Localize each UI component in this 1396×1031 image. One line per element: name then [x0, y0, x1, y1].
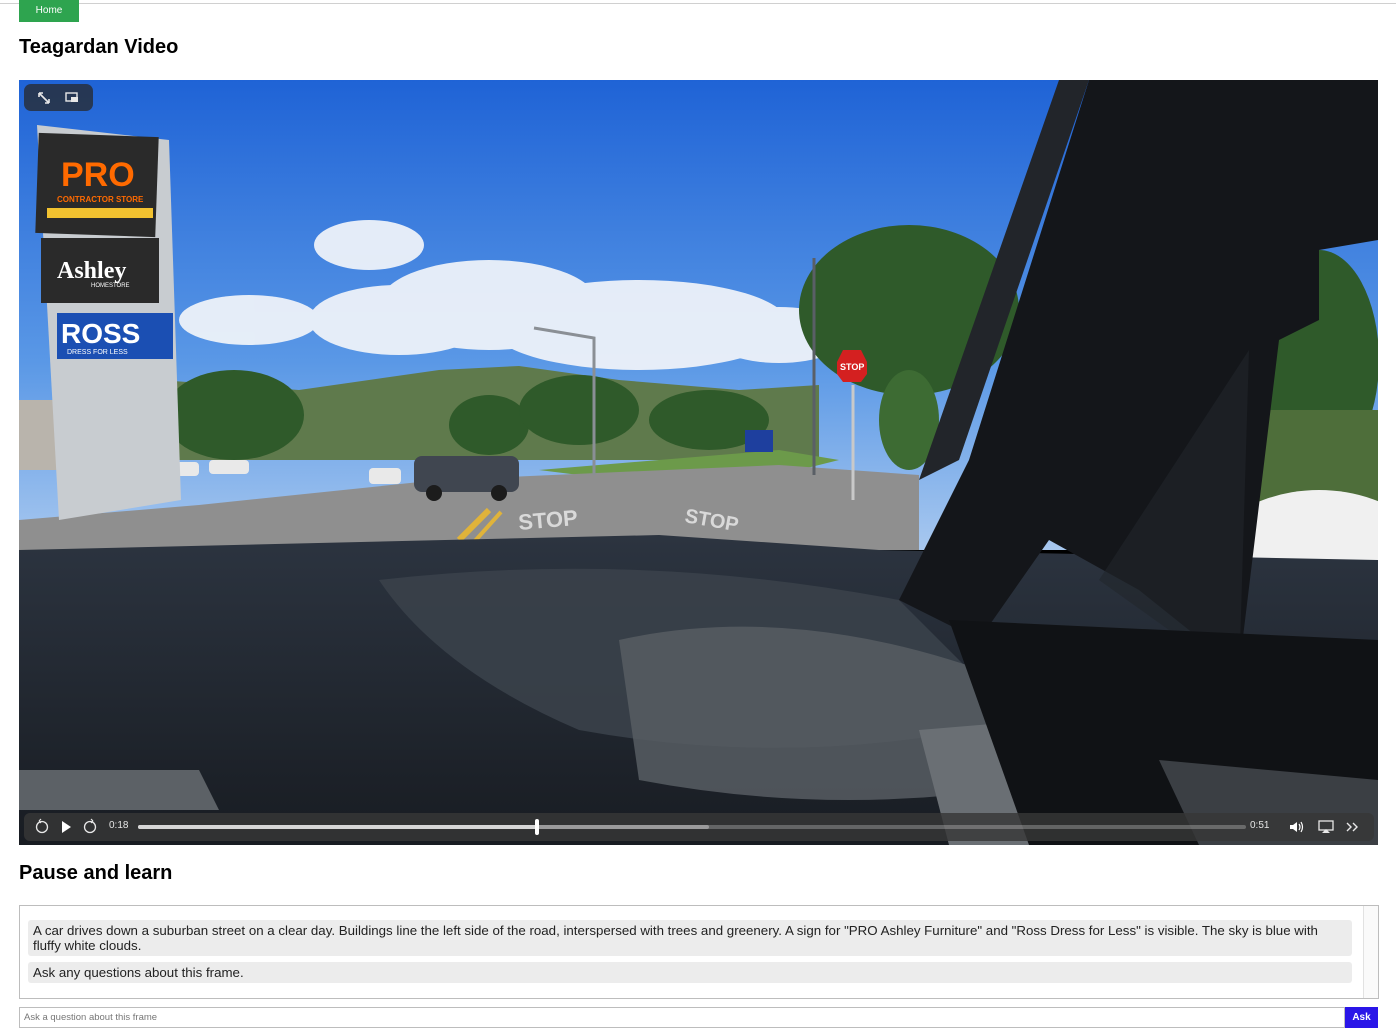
stop-sign-text: STOP [840, 362, 864, 372]
ask-button[interactable]: Ask [1345, 1007, 1378, 1028]
pro-sign-text: PRO [61, 156, 135, 194]
chat-message: A car drives down a suburban street on a… [28, 920, 1352, 956]
ashley-sign-text: Ashley [57, 258, 126, 284]
airplay-icon[interactable] [1316, 817, 1336, 837]
scrub-handle[interactable] [534, 819, 539, 835]
pro-sign-subtext: CONTRACTOR STORE [57, 195, 144, 204]
volume-icon[interactable] [1286, 817, 1306, 837]
rewind-15-icon[interactable] [32, 817, 52, 837]
ross-sign-text: ROSS [61, 318, 140, 349]
video-corner-controls [24, 84, 93, 111]
page-title: Teagardan Video [19, 36, 179, 58]
top-divider [0, 3, 1396, 4]
chat-message: Ask any questions about this frame. [28, 962, 1352, 983]
video-player[interactable]: PRO CONTRACTOR STORE Ashley HOMESTORE RO… [19, 80, 1378, 845]
duration-time: 0:51 [1250, 820, 1270, 831]
more-options-icon[interactable] [1342, 817, 1362, 837]
progress-fill [138, 825, 537, 829]
forward-15-icon[interactable] [80, 817, 100, 837]
fullscreen-icon[interactable] [34, 88, 54, 108]
home-button[interactable]: Home [19, 0, 79, 22]
ross-sign-subtext: DRESS FOR LESS [67, 349, 128, 356]
question-input[interactable] [19, 1007, 1345, 1028]
section-title-pause-and-learn: Pause and learn [19, 862, 173, 884]
progress-track[interactable] [138, 819, 1246, 835]
picture-in-picture-icon[interactable] [62, 88, 82, 108]
chat-panel: A car drives down a suburban street on a… [19, 905, 1379, 999]
video-control-bar: 0:18 0:51 [24, 813, 1374, 841]
play-icon[interactable] [56, 817, 76, 837]
road-marking-stop-1: STOP [517, 505, 578, 535]
chat-scrollbar[interactable] [1363, 906, 1378, 998]
ashley-sign-subtext: HOMESTORE [91, 283, 130, 289]
current-time: 0:18 [109, 820, 129, 831]
video-frame: PRO CONTRACTOR STORE Ashley HOMESTORE RO… [19, 80, 1378, 845]
